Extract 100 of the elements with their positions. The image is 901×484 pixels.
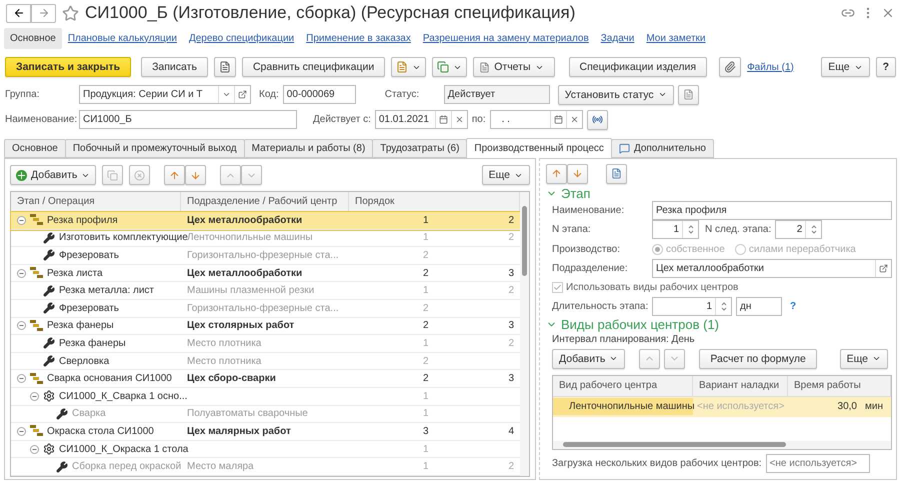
- copy-button[interactable]: [102, 165, 124, 185]
- tab[interactable]: Дополнительно: [610, 139, 714, 158]
- order-number: 1: [422, 285, 430, 296]
- collapse-icon[interactable]: [17, 216, 26, 225]
- add-button[interactable]: Добавить: [10, 165, 96, 185]
- date-from-field[interactable]: 01.01.2021: [374, 110, 468, 129]
- division-field[interactable]: Цех металлообработки: [652, 258, 892, 278]
- stage-name-field[interactable]: Резка профиля: [652, 201, 892, 220]
- group-field[interactable]: Продукция: Серии СИ и Т: [79, 85, 251, 104]
- tab[interactable]: Основное: [4, 139, 66, 158]
- specifications-button[interactable]: Спецификации изделия: [568, 57, 708, 77]
- tree-row[interactable]: Сверловка Место плотника 2: [11, 352, 520, 370]
- scrollbar-thumb[interactable]: [563, 442, 786, 448]
- help-button[interactable]: ?: [876, 57, 896, 77]
- scrollbar-thumb[interactable]: [522, 206, 527, 276]
- move-down-button[interactable]: [241, 165, 262, 185]
- tree-row[interactable]: Резка листа Цех металлообработки 2 3: [11, 264, 520, 282]
- collapse-icon[interactable]: [17, 268, 26, 278]
- stage-name: СИ1000_К_Окраска 1 стола: [59, 444, 188, 455]
- calendar-icon[interactable]: [554, 115, 563, 124]
- help-link[interactable]: ?: [790, 301, 796, 312]
- spinner-icon[interactable]: [720, 301, 726, 312]
- open-icon[interactable]: [879, 264, 888, 273]
- name-field[interactable]: СИ1000_Б: [79, 110, 297, 129]
- nav-link[interactable]: Дерево спецификации: [182, 28, 300, 48]
- close-icon[interactable]: [881, 6, 895, 20]
- sort-ascending-button[interactable]: [164, 165, 186, 185]
- collapse-icon[interactable]: [17, 321, 26, 330]
- tree-row[interactable]: Сварка основания СИ1000 Цех сборо-сварки 2 3: [11, 370, 520, 388]
- sort-descending-button[interactable]: [185, 165, 206, 185]
- tree-row[interactable]: Окраска стола СИ1000 Цех малярных работ 3 4: [11, 423, 520, 441]
- column-header[interactable]: Вид рабочего центра: [553, 376, 693, 396]
- table-row[interactable]: Ленточнопильные машины <не используется> 30,0 мин: [553, 396, 891, 417]
- clear-icon[interactable]: [570, 115, 579, 124]
- document-button[interactable]: [214, 57, 236, 77]
- tree-row[interactable]: СИ1000_К_Окраска 1 стола 1: [11, 440, 520, 458]
- status-history-button[interactable]: [678, 84, 699, 104]
- move-down-button[interactable]: [664, 348, 686, 369]
- collapse-icon[interactable]: [30, 392, 39, 401]
- tree-row[interactable]: Резка фанеры Место плотника 1 2: [11, 335, 520, 353]
- nav-link[interactable]: Плановые калькуляции: [62, 28, 183, 48]
- next-stage-field[interactable]: 2: [775, 220, 822, 240]
- date-to-field[interactable]: . .: [490, 110, 583, 129]
- tree-row[interactable]: СИ1000_К_Сварка 1 осно... 1: [11, 388, 520, 406]
- nav-link[interactable]: Основное: [4, 28, 62, 48]
- sort-descending-button[interactable]: [567, 164, 588, 184]
- set-status-button[interactable]: Установить статус: [558, 84, 674, 104]
- duration-field[interactable]: 1: [652, 297, 732, 316]
- tab[interactable]: Побочный и промежуточный выход: [64, 139, 245, 158]
- spinner-icon[interactable]: [810, 224, 817, 236]
- more-button[interactable]: Еще: [482, 165, 530, 185]
- unit-field[interactable]: дн: [736, 297, 782, 316]
- field-label: по:: [472, 114, 486, 125]
- formula-button[interactable]: Расчет по формуле: [699, 348, 817, 369]
- collapse-icon[interactable]: [30, 444, 39, 454]
- tab[interactable]: Материалы и работы (8): [244, 139, 374, 158]
- favorite-star-icon[interactable]: [62, 4, 79, 22]
- tab[interactable]: Трудозатраты (6): [372, 139, 468, 158]
- nav-link[interactable]: Задачи: [594, 28, 640, 48]
- more-button[interactable]: Еще: [821, 57, 870, 77]
- reports-button[interactable]: Отчеты: [473, 57, 555, 77]
- move-up-button[interactable]: [639, 348, 660, 369]
- period-button[interactable]: [586, 110, 608, 130]
- clear-icon[interactable]: [454, 115, 464, 124]
- calendar-icon[interactable]: [438, 115, 448, 124]
- print-menu-button[interactable]: [391, 57, 426, 77]
- stage-number-field[interactable]: 1: [652, 220, 699, 240]
- spinner-icon[interactable]: [688, 224, 694, 236]
- list-button[interactable]: [606, 164, 627, 184]
- save-button[interactable]: Записать: [141, 57, 208, 77]
- compare-button[interactable]: Сравнить спецификации: [242, 57, 386, 77]
- collapse-icon[interactable]: [17, 374, 26, 384]
- nav-link[interactable]: Применение в заказах: [300, 28, 417, 48]
- back-button[interactable]: [6, 4, 31, 22]
- create-menu-button[interactable]: [432, 57, 468, 77]
- column-header[interactable]: Вариант наладки: [693, 376, 788, 396]
- tree-row[interactable]: Резка профиля Цех металлообработки 1 2: [11, 212, 520, 230]
- delete-button[interactable]: [129, 165, 150, 185]
- field-label: Действует с:: [313, 114, 371, 125]
- open-icon[interactable]: [238, 90, 247, 99]
- tree-row[interactable]: Изготовить комплектующиеЛенточнопильные машины 1 2: [11, 230, 520, 248]
- load-field[interactable]: <не используется>: [766, 454, 870, 473]
- files-link[interactable]: Файлы (1): [747, 62, 794, 72]
- tree-row[interactable]: Фрезеровать Горизонтально-фрезерные ста... 2: [11, 247, 520, 265]
- tree-row[interactable]: Резка фанеры Цех столярных работ 2 3: [11, 318, 520, 336]
- save-and-close-button[interactable]: Записать и закрыть: [5, 57, 132, 77]
- nav-link[interactable]: Разрешения на замену материалов: [416, 28, 595, 48]
- tree-row[interactable]: Резка металла: лист Машины плазменной резки 1 2: [11, 282, 520, 300]
- attach-button[interactable]: [719, 57, 742, 77]
- tree-row[interactable]: Фрезеровать Горизонтально-фрезерные ста... 2: [11, 300, 520, 318]
- move-up-button[interactable]: [220, 165, 242, 185]
- order-number: 1: [422, 390, 430, 402]
- column-header[interactable]: Время работы: [788, 376, 891, 396]
- code-field[interactable]: 00-000069: [282, 85, 356, 104]
- collapse-icon[interactable]: [17, 426, 26, 436]
- add-button[interactable]: Добавить: [552, 348, 626, 369]
- nav-link[interactable]: Мои заметки: [640, 28, 712, 48]
- sort-ascending-button[interactable]: [546, 164, 567, 184]
- more-button[interactable]: Еще: [840, 348, 888, 369]
- use-centers-checkbox[interactable]: Использовать виды рабочих центров: [552, 282, 738, 293]
